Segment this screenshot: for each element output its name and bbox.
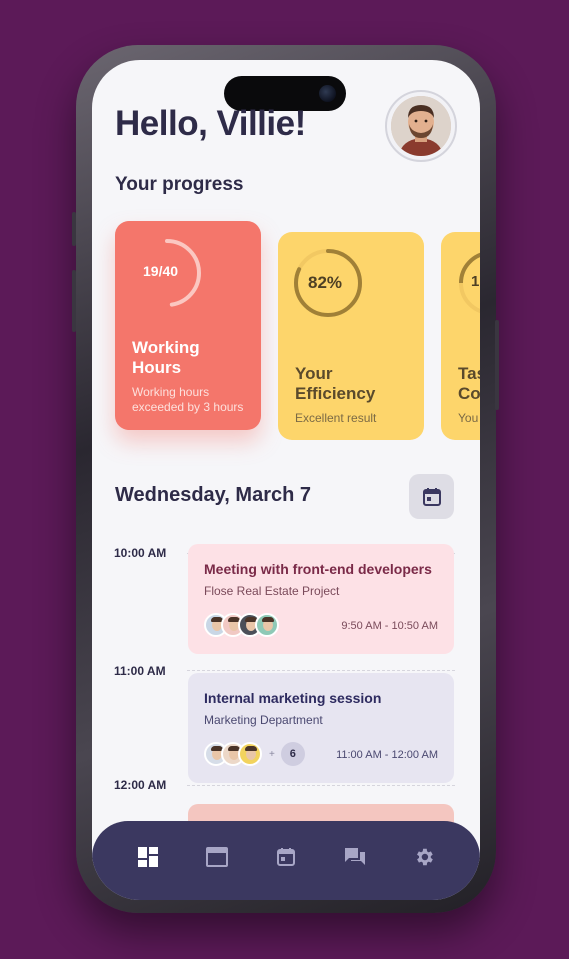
card-subtitle-line1: You (458, 411, 479, 425)
time-divider (187, 785, 455, 786)
card-title-line1: Working (132, 338, 200, 357)
ring-value: 82% (308, 273, 343, 292)
nav-settings[interactable] (404, 837, 444, 877)
calendar-icon (422, 487, 441, 506)
profile-avatar-button[interactable] (385, 90, 457, 162)
attendee-avatar (255, 613, 279, 637)
card-title-line1: Your (295, 364, 333, 383)
avatar (391, 96, 451, 156)
dashboard-icon (138, 846, 159, 867)
card-subtitle-line2: exceeded by 3 hours (132, 400, 244, 414)
plus-sign: + (269, 748, 275, 760)
attendee-avatar (238, 742, 262, 766)
time-label: 12:00 AM (114, 778, 167, 792)
camera-icon (319, 85, 336, 102)
card-subtitle-line1: Working hours (132, 385, 210, 399)
nav-window[interactable] (197, 837, 237, 877)
event-time: 9:50 AM - 10:50 AM (341, 620, 438, 632)
card-title-line2: Co (458, 384, 480, 403)
working-hours-card[interactable]: 19/40 Working Hours Working hours exceed… (115, 221, 261, 430)
calendar-icon (276, 847, 295, 866)
progress-section-title: Your progress (115, 174, 244, 195)
efficiency-card[interactable]: 82% Your Efficiency Excellent result (278, 232, 424, 440)
phone-side-button (72, 212, 76, 246)
event-subtitle: Flose Real Estate Project (204, 584, 340, 598)
phone-side-button (495, 320, 499, 410)
phone-side-button (72, 270, 76, 332)
event-card[interactable]: Internal marketing session Marketing Dep… (188, 673, 454, 783)
nav-calendar[interactable] (266, 837, 306, 877)
time-divider (187, 670, 455, 671)
card-subtitle-line1: Excellent result (295, 411, 377, 425)
ring-value: 19/40 (143, 263, 179, 279)
bottom-navigation (92, 821, 480, 900)
tasks-card[interactable]: 1 Tas Co You (441, 232, 480, 440)
chat-icon (344, 847, 365, 865)
card-title-line1: Tas (458, 364, 480, 383)
nav-chat[interactable] (335, 837, 375, 877)
app-screen: Hello, Villie! Your progress 19/40 Worki… (92, 60, 480, 900)
ring-value: 1 (471, 273, 480, 290)
window-icon (206, 846, 229, 867)
time-label: 11:00 AM (114, 664, 166, 678)
time-label: 10:00 AM (114, 546, 167, 560)
greeting-title: Hello, Villie! (115, 104, 306, 143)
more-attendees-badge[interactable]: 6 (280, 742, 305, 766)
settings-icon (416, 848, 433, 865)
avatar-portrait-icon (391, 96, 451, 156)
card-title-line2: Hours (132, 358, 182, 377)
schedule-date: Wednesday, March 7 (115, 484, 311, 506)
event-title: Internal marketing session (204, 690, 382, 706)
event-title: Meeting with front-end developers (204, 561, 432, 577)
nav-dashboard[interactable] (128, 837, 168, 877)
attendee-avatars: + 6 (204, 742, 305, 766)
calendar-button[interactable] (409, 474, 454, 519)
attendee-avatars (204, 613, 279, 637)
event-card[interactable]: Meeting with front-end developers Flose … (188, 544, 454, 654)
card-title-line2: Efficiency (295, 384, 376, 403)
event-subtitle: Marketing Department (204, 713, 323, 727)
event-time: 11:00 AM - 12:00 AM (336, 749, 438, 761)
